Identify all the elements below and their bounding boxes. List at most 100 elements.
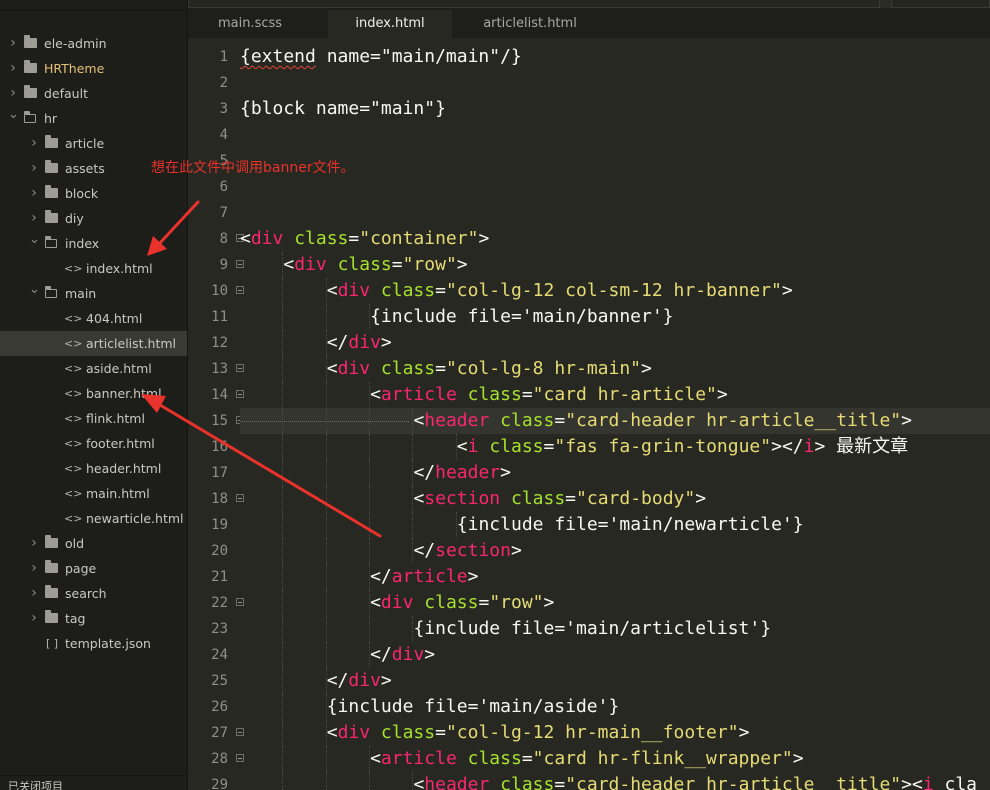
indent-guide (282, 304, 284, 330)
code-line[interactable]: </article> (240, 564, 990, 590)
indent-guide (325, 538, 327, 564)
token: div (337, 280, 371, 301)
chevron-right-icon[interactable]: › (29, 556, 39, 581)
indent-guide (282, 616, 284, 642)
tree-item-header-html[interactable]: <> header.html (0, 456, 187, 481)
code-line[interactable]: </header> (240, 460, 990, 486)
chevron-right-icon[interactable]: › (29, 131, 39, 156)
code-line[interactable]: <i class="fas fa-grin-tongue"></i> 最新文章 (240, 434, 990, 460)
tab-index-html[interactable]: index.html (328, 10, 452, 38)
code-text: <section class="card-body"> (413, 486, 706, 512)
indent-guide (325, 486, 327, 512)
code-area[interactable]: {extend name="main/main"/} {block name="m… (240, 44, 990, 790)
code-line[interactable]: {include file='main/newarticle'} (240, 512, 990, 538)
token: section (435, 540, 511, 561)
token: "card-body" (576, 488, 696, 509)
code-line[interactable] (240, 174, 990, 200)
code-line[interactable] (240, 122, 990, 148)
code-line[interactable]: <section class="card-body"> (240, 486, 990, 512)
code-line[interactable]: </section> (240, 538, 990, 564)
tree-item-articlelist-html[interactable]: <> articlelist.html (0, 331, 187, 356)
code-editor[interactable]: 1 2 3 4 5 6 7 8 9 10 11 12 13 14 15 16 17 18 19 20 21 22 23 24 2… (188, 38, 990, 790)
tree-item-ele-admin[interactable]: › ele-admin (0, 31, 187, 56)
code-line[interactable]: {include file='main/aside'} (240, 694, 990, 720)
code-line[interactable]: <div class="col-lg-8 hr-main"> (240, 356, 990, 382)
chevron-down-icon[interactable]: ⌄ (29, 277, 40, 302)
token: > (543, 592, 555, 613)
token: class (467, 748, 522, 769)
tree-item-article[interactable]: › article (0, 131, 187, 156)
code-line[interactable]: <div class="row"> (240, 252, 990, 278)
code-line[interactable]: <article class="card hr-flink__wrapper"> (240, 746, 990, 772)
chevron-down-icon[interactable]: ⌄ (29, 227, 40, 252)
folder-icon (43, 181, 59, 206)
tree-item-404-html[interactable]: <> 404.html (0, 306, 187, 331)
tree-item-hr[interactable]: ⌄ hr (0, 106, 187, 131)
tree-item-label: articlelist.html (86, 336, 177, 351)
tree-item-block[interactable]: › block (0, 181, 187, 206)
chevron-right-icon[interactable]: › (29, 156, 39, 181)
code-line[interactable]: </div> (240, 642, 990, 668)
code-line[interactable]: {include file='main/articlelist'} (240, 616, 990, 642)
tree-item-search[interactable]: › search (0, 581, 187, 606)
closed-projects-label[interactable]: 已关闭项目 (0, 775, 187, 790)
indent-guide (282, 460, 284, 486)
tree-item-template-json[interactable]: [ ] template.json (0, 631, 187, 656)
code-line[interactable]: <header class="card-header hr-article__t… (240, 408, 990, 434)
chevron-right-icon[interactable]: › (29, 606, 39, 631)
tree-item-flink-html[interactable]: <> flink.html (0, 406, 187, 431)
tree-item-main[interactable]: ⌄ main (0, 281, 187, 306)
token: </ (326, 670, 349, 691)
code-line[interactable]: {include file='main/banner'} (240, 304, 990, 330)
token: {extend name="main/main"/} (240, 46, 522, 67)
tab-articlelist-html[interactable]: articlelist.html (468, 10, 592, 38)
code-line[interactable]: </div> (240, 668, 990, 694)
token: = (565, 488, 577, 509)
code-line[interactable]: <div class="row"> (240, 590, 990, 616)
code-line[interactable]: <article class="card hr-article"> (240, 382, 990, 408)
tree-item-default[interactable]: › default (0, 81, 187, 106)
chevron-down-icon[interactable]: ⌄ (8, 102, 19, 127)
tree-item-newarticle-html[interactable]: <> newarticle.html (0, 506, 187, 531)
code-line[interactable]: </div> (240, 330, 990, 356)
tree-item-tag[interactable]: › tag (0, 606, 187, 631)
chevron-right-icon[interactable]: › (29, 581, 39, 606)
tree-item-banner-html[interactable]: <> banner.html (0, 381, 187, 406)
code-line[interactable]: {extend name="main/main"/} (240, 44, 990, 70)
tree-item-aside-html[interactable]: <> aside.html (0, 356, 187, 381)
code-line[interactable]: {block name="main"} (240, 96, 990, 122)
code-file-icon: <> (64, 512, 83, 525)
chevron-right-icon[interactable]: › (8, 31, 18, 56)
code-line[interactable] (240, 70, 990, 96)
sidebar-top-bar (0, 0, 187, 11)
code-line[interactable] (240, 200, 990, 226)
chevron-right-icon[interactable]: › (29, 181, 39, 206)
tree-item-old[interactable]: › old (0, 531, 187, 556)
token: class (294, 228, 349, 249)
line-number: 3 (219, 101, 228, 117)
token: "card-header hr-article__title" (565, 410, 902, 431)
tree-item-main-html[interactable]: <> main.html (0, 481, 187, 506)
indent-guide (282, 330, 284, 356)
tree-item-footer-html[interactable]: <> footer.html (0, 431, 187, 456)
tab-main-scss[interactable]: main.scss (188, 10, 312, 38)
tree-item-page[interactable]: › page (0, 556, 187, 581)
tree-item-label: assets (65, 161, 105, 176)
code-line[interactable]: <div class="container"> (240, 226, 990, 252)
tree-item-label: template.json (65, 636, 151, 651)
chevron-right-icon[interactable]: › (8, 56, 18, 81)
code-line[interactable]: <div class="col-lg-12 hr-main__footer"> (240, 720, 990, 746)
code-line[interactable]: <div class="col-lg-12 col-sm-12 hr-banne… (240, 278, 990, 304)
code-line[interactable]: <header class="card-header hr-article__t… (240, 772, 990, 790)
token: class (380, 280, 436, 301)
line-number: 15 (188, 408, 244, 434)
line-number: 11 (211, 309, 228, 325)
tree-item-index[interactable]: ⌄ index (0, 231, 187, 256)
chevron-right-icon[interactable]: › (29, 531, 39, 556)
tree-item-hrtheme[interactable]: › HRTheme (0, 56, 187, 81)
code-text: </section> (413, 538, 521, 564)
token: > (424, 644, 436, 665)
line-number: 22 (188, 590, 244, 616)
